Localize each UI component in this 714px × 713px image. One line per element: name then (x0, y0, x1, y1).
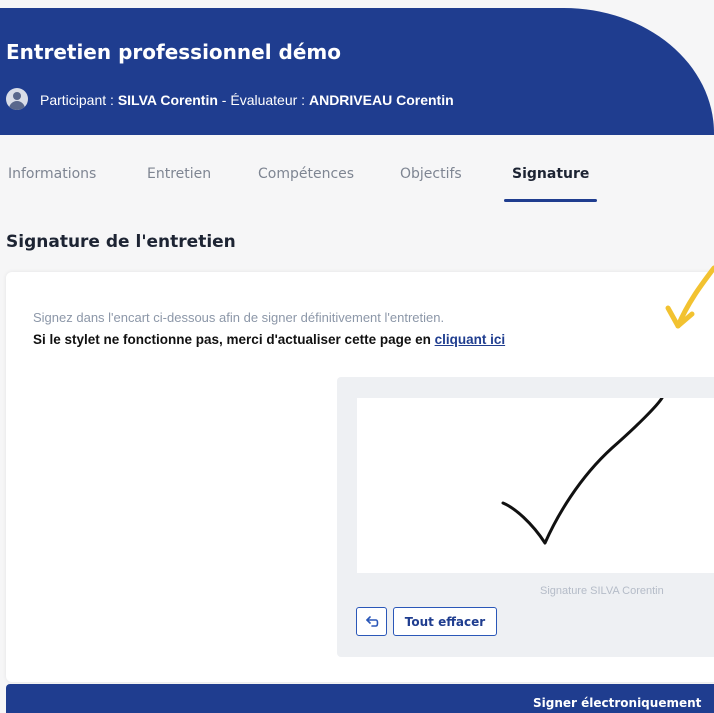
roles-separator: - (217, 92, 231, 108)
signature-pad[interactable] (357, 398, 714, 573)
refresh-link[interactable]: cliquant ici (435, 332, 506, 347)
active-tab-indicator (504, 199, 597, 202)
page-title: Entretien professionnel démo (6, 40, 341, 64)
signature-hint: Signez dans l'encart ci-dessous afin de … (33, 310, 445, 325)
avatar (6, 88, 28, 110)
evaluator-name: ANDRIVEAU Corentin (308, 92, 454, 108)
tab-entretien[interactable]: Entretien (147, 166, 211, 182)
page-header: Entretien professionnel démo Participant… (0, 8, 714, 135)
tab-informations[interactable]: Informations (8, 166, 96, 182)
annotation-arrow-icon (665, 265, 714, 329)
undo-arrow-icon (365, 615, 378, 627)
tab-competences[interactable]: Compétences (258, 166, 354, 182)
section-title: Signature de l'entretien (6, 232, 236, 252)
clear-signature-button[interactable]: Tout effacer (393, 607, 497, 636)
evaluator-label: Évaluateur : (230, 92, 309, 108)
stylus-warning: Si le stylet ne fonctionne pas, merci d'… (33, 332, 505, 347)
sign-electronically-button[interactable]: Signer électroniquement (533, 696, 701, 710)
stylus-warning-text: Si le stylet ne fonctionne pas, merci d'… (33, 332, 435, 347)
undo-button[interactable] (356, 607, 387, 636)
tab-bar: Informations Entretien Compétences Objec… (0, 166, 714, 206)
tab-objectifs[interactable]: Objectifs (400, 166, 462, 182)
participants-line: Participant : SILVA Corentin - Évaluateu… (40, 92, 454, 108)
tab-signature[interactable]: Signature (512, 166, 589, 182)
signature-stroke (501, 398, 664, 545)
participant-name: SILVA Corentin (117, 92, 218, 108)
participant-label: Participant : (40, 92, 118, 108)
signature-caption: Signature SILVA Corentin (540, 585, 664, 597)
